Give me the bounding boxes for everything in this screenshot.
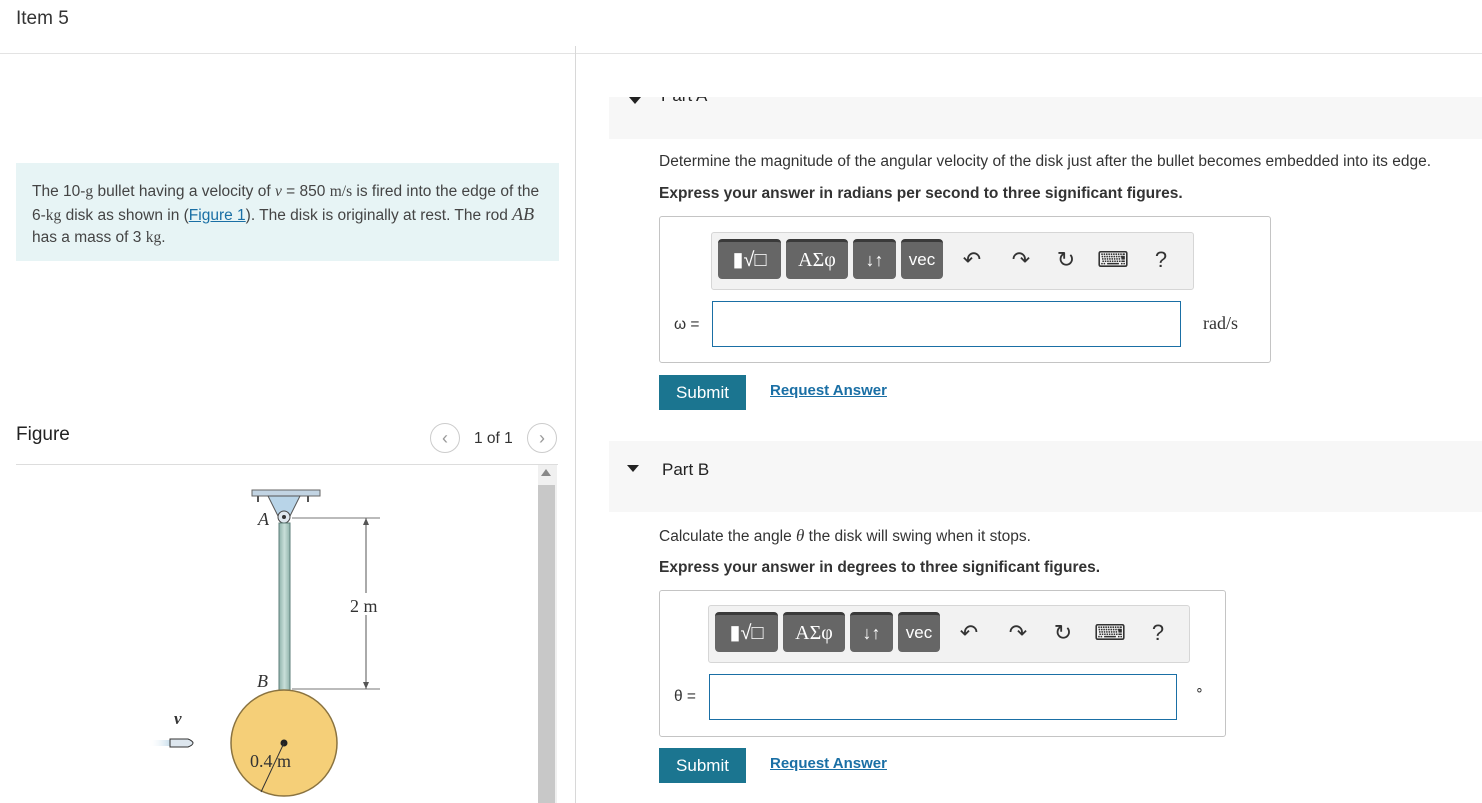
part-b-label: Part B	[662, 460, 710, 479]
undo-icon[interactable]: ↶	[954, 620, 984, 646]
scroll-thumb[interactable]	[538, 485, 555, 803]
redo-icon[interactable]: ↷	[1003, 620, 1033, 646]
item-title: Item 5	[16, 8, 69, 29]
chevron-right-icon: ›	[539, 428, 545, 448]
omega-label: ω =	[674, 316, 700, 333]
arrows-icon: ↓↑	[862, 623, 881, 643]
vec-icon: vec	[908, 250, 936, 269]
figure-scrollbar[interactable]	[538, 465, 557, 803]
header-divider	[0, 53, 1482, 54]
velocity-label: v	[174, 709, 182, 728]
part-a-instruction: Express your answer in radians per secon…	[659, 185, 1183, 202]
part-b-header[interactable]: Part B	[609, 441, 1482, 512]
figure-link[interactable]: Figure 1	[189, 207, 246, 224]
part-a-answer-box: ▮√□ ΑΣφ ↓↑ vec ↶ ↷ ↻ ⌨ ? ω = rad/s	[659, 216, 1271, 363]
symbols-button[interactable]: ΑΣφ	[786, 239, 848, 279]
help-icon[interactable]: ?	[1147, 247, 1175, 273]
part-a-label: Part A	[661, 97, 707, 106]
part-b-unit: ∘	[1195, 681, 1204, 697]
part-b-answer-box: ▮√□ ΑΣφ ↓↑ vec ↶ ↷ ↻ ⌨ ? θ = ∘	[659, 590, 1226, 737]
symbols-icon: ΑΣφ	[798, 249, 836, 271]
problem-text: The 10-g bullet having a velocity of v =…	[32, 183, 540, 246]
vec-icon: vec	[905, 623, 933, 642]
part-a-request-answer-link[interactable]: Request Answer	[770, 382, 887, 399]
chevron-left-icon: ‹	[442, 428, 448, 448]
figure-heading: Figure	[16, 424, 70, 445]
templates-button[interactable]: ▮√□	[718, 239, 781, 279]
templates-button[interactable]: ▮√□	[715, 612, 778, 652]
scroll-up-arrow[interactable]	[541, 469, 551, 476]
part-b-question: Calculate the angle θ the disk will swin…	[659, 526, 1031, 545]
bullet	[148, 738, 194, 748]
rod	[278, 522, 291, 692]
part-a-unit: rad/s	[1203, 313, 1238, 333]
vector-button[interactable]: vec	[901, 239, 943, 279]
length-label: 2 m	[350, 596, 378, 616]
part-a-toolbar: ▮√□ ΑΣφ ↓↑ vec ↶ ↷ ↻ ⌨ ?	[711, 232, 1194, 290]
point-b-label: B	[257, 671, 268, 691]
keyboard-icon[interactable]: ⌨	[1093, 620, 1127, 646]
part-b-request-answer-link[interactable]: Request Answer	[770, 755, 887, 772]
part-b-instruction: Express your answer in degrees to three …	[659, 559, 1101, 576]
part-a-header[interactable]: Part A	[609, 97, 1482, 139]
templates-icon: ▮√□	[729, 622, 764, 644]
symbols-icon: ΑΣφ	[795, 622, 833, 644]
radius-label: 0.4 m	[250, 751, 291, 771]
problem-statement: The 10-g bullet having a velocity of v =…	[16, 163, 559, 261]
figure-image: 2 m 0.4 m v A B	[148, 489, 386, 797]
part-b-answer-input[interactable]	[709, 674, 1177, 720]
part-a-answer-input[interactable]	[712, 301, 1181, 347]
vector-button[interactable]: vec	[898, 612, 940, 652]
symbols-button[interactable]: ΑΣφ	[783, 612, 845, 652]
part-b-submit-button[interactable]: Submit	[659, 748, 746, 783]
part-a-submit-button[interactable]: Submit	[659, 375, 746, 410]
figure-pager: 1 of 1	[474, 430, 513, 447]
subscript-superscript-button[interactable]: ↓↑	[853, 239, 896, 279]
prev-figure-button[interactable]: ‹	[430, 423, 460, 453]
templates-icon: ▮√□	[732, 249, 767, 271]
theta-label: θ =	[674, 688, 696, 705]
part-a-question: Determine the magnitude of the angular v…	[659, 153, 1432, 170]
help-icon[interactable]: ?	[1144, 620, 1172, 646]
keyboard-icon[interactable]: ⌨	[1096, 247, 1130, 273]
arrows-icon: ↓↑	[865, 250, 884, 270]
reset-icon[interactable]: ↻	[1048, 620, 1078, 646]
point-a-label: A	[257, 509, 270, 529]
collapse-caret-icon	[627, 465, 639, 472]
column-divider	[575, 46, 576, 803]
collapse-caret-icon	[629, 97, 641, 104]
next-figure-button[interactable]: ›	[527, 423, 557, 453]
redo-icon[interactable]: ↷	[1006, 247, 1036, 273]
reset-icon[interactable]: ↻	[1051, 247, 1081, 273]
subscript-superscript-button[interactable]: ↓↑	[850, 612, 893, 652]
part-b-toolbar: ▮√□ ΑΣφ ↓↑ vec ↶ ↷ ↻ ⌨ ?	[708, 605, 1190, 663]
undo-icon[interactable]: ↶	[957, 247, 987, 273]
